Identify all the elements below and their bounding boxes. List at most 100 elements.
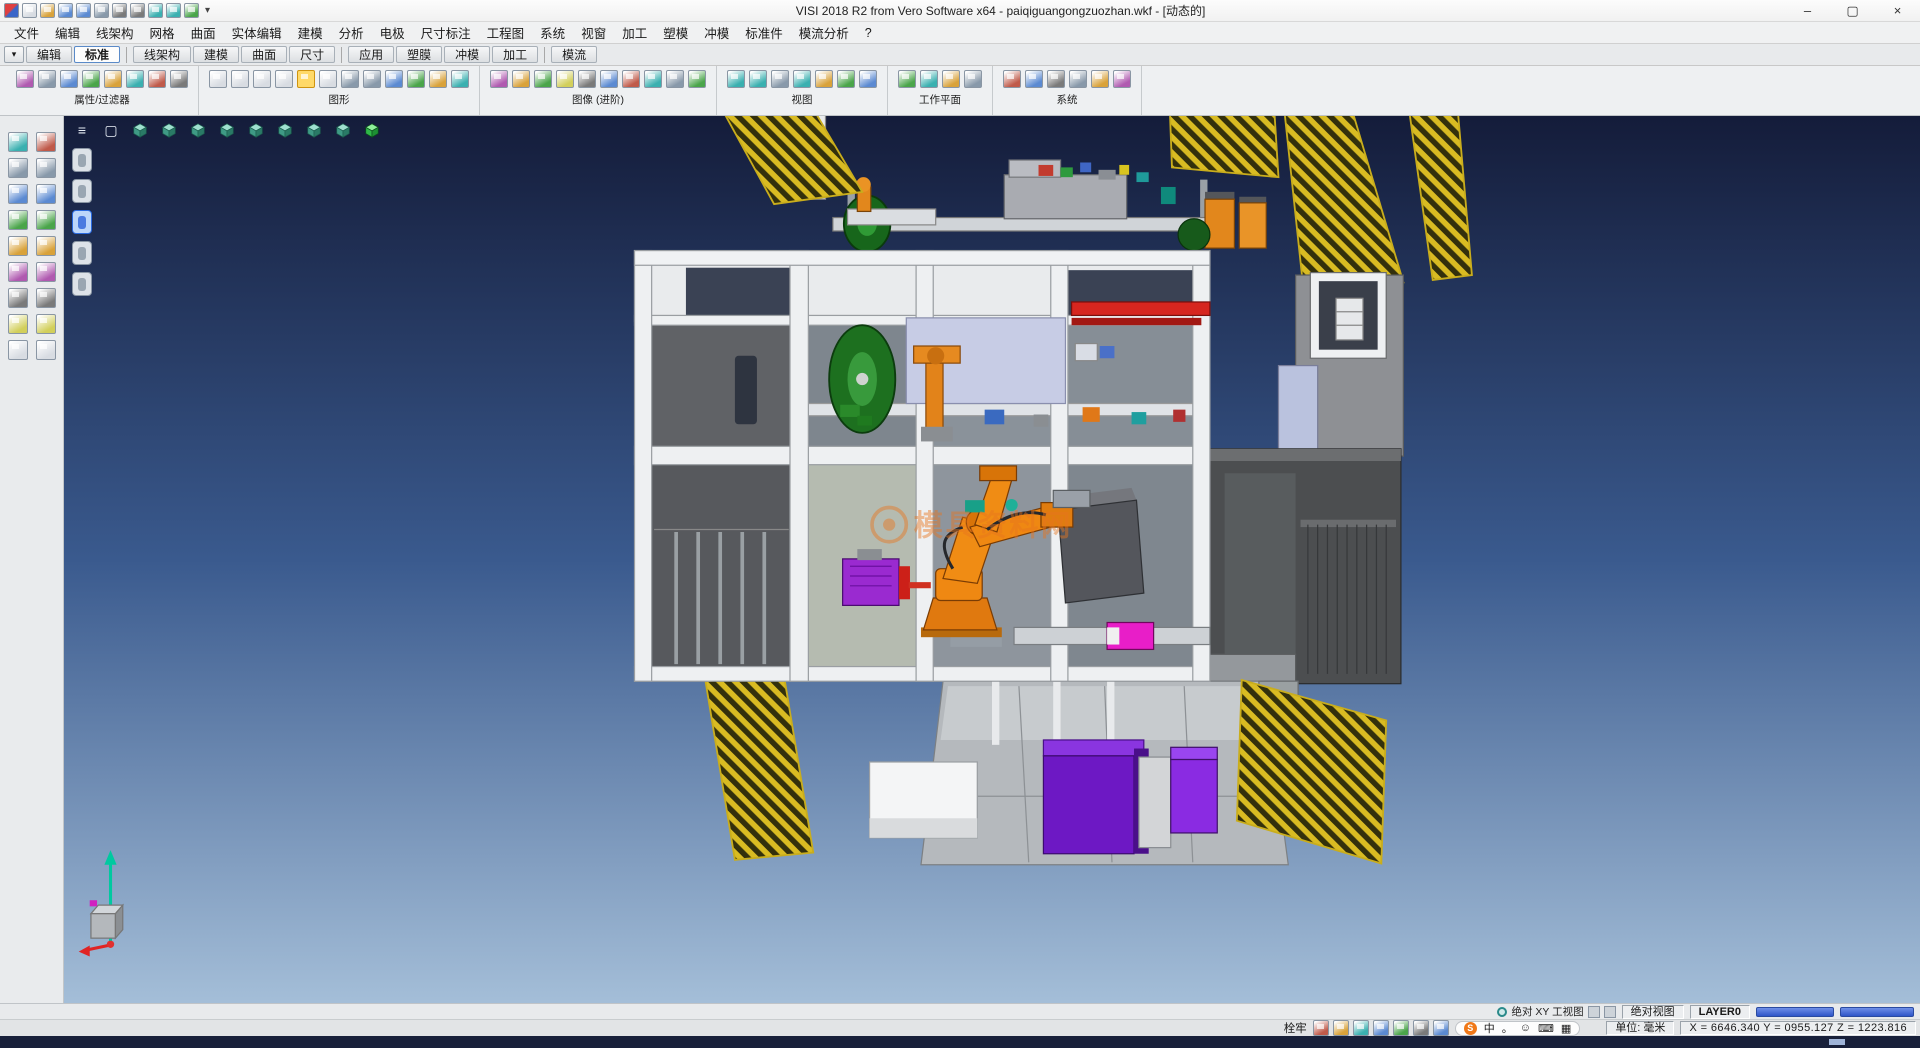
zoom-select-icon[interactable]: [8, 132, 28, 152]
view-bottom-icon[interactable]: [275, 120, 295, 140]
reflection-icon[interactable]: [666, 70, 684, 88]
extend-icon[interactable]: [36, 288, 56, 308]
render-icon[interactable]: [490, 70, 508, 88]
undo-icon[interactable]: [148, 3, 163, 18]
ime-toolbox-icon[interactable]: ▦: [1561, 1022, 1571, 1035]
mirror-icon[interactable]: [36, 210, 56, 230]
save-all-icon[interactable]: [76, 3, 91, 18]
filter-solids-icon[interactable]: [148, 70, 166, 88]
view-trimetric-icon[interactable]: [333, 120, 353, 140]
point-snap-icon[interactable]: [8, 158, 28, 178]
tab-moldflow[interactable]: 模流: [551, 46, 597, 63]
restore-button[interactable]: ▢: [1830, 0, 1875, 21]
display-mode-shaded-icon[interactable]: [72, 148, 92, 172]
filter-points-icon[interactable]: [82, 70, 100, 88]
tab-wireframe[interactable]: 线架构: [133, 46, 191, 63]
properties-icon[interactable]: [16, 70, 34, 88]
app-logo-icon[interactable]: [4, 3, 19, 18]
rotate-view-icon[interactable]: [793, 70, 811, 88]
chamfer-icon[interactable]: [36, 262, 56, 282]
menu-item-electrode[interactable]: 电极: [372, 21, 413, 44]
view-current-icon[interactable]: [362, 120, 382, 140]
split-view-icon[interactable]: [1604, 1006, 1616, 1018]
tab-molding[interactable]: 塑膜: [396, 46, 442, 63]
qat-dropdown-icon[interactable]: ▾: [199, 5, 216, 16]
view-iso-icon[interactable]: [304, 120, 324, 140]
tray-icon-notes[interactable]: [1313, 1020, 1329, 1036]
display-settings-icon[interactable]: [1025, 70, 1043, 88]
tab-standard[interactable]: 标准: [74, 46, 120, 63]
layer-manager-icon[interactable]: [1113, 70, 1131, 88]
pattern-icon[interactable]: [36, 314, 56, 334]
snap-lock-toggle[interactable]: 栓牢: [1284, 1020, 1307, 1036]
workplane-view-icon[interactable]: [920, 70, 938, 88]
menu-item-dimension[interactable]: 尺寸标注: [413, 21, 479, 44]
snap-settings-icon[interactable]: [1069, 70, 1087, 88]
filter-curves-icon[interactable]: [104, 70, 122, 88]
tab-edit[interactable]: 编辑: [26, 46, 72, 63]
absolute-view-indicator[interactable]: 绝对视图: [1622, 1005, 1684, 1019]
menu-item-system[interactable]: 系统: [532, 21, 573, 44]
rotate-icon[interactable]: [8, 210, 28, 230]
tray-icon-keyboard[interactable]: [1413, 1020, 1429, 1036]
menu-item-moldflow[interactable]: 模流分析: [791, 21, 857, 44]
copy-element-icon[interactable]: [36, 184, 56, 204]
open-file-icon[interactable]: [40, 3, 55, 18]
display-mode-wireframe-icon[interactable]: [72, 179, 92, 203]
minimize-button[interactable]: –: [1785, 0, 1830, 21]
ghost-view-icon[interactable]: [275, 70, 293, 88]
palette-icon[interactable]: [429, 70, 447, 88]
ime-lang-toggle[interactable]: 中: [1484, 1020, 1495, 1036]
tab-dimension[interactable]: 尺寸: [289, 46, 335, 63]
background-icon[interactable]: [644, 70, 662, 88]
redo-icon[interactable]: [166, 3, 181, 18]
help-icon[interactable]: [184, 3, 199, 18]
fillet-icon[interactable]: [8, 262, 28, 282]
workplane-entity-icon[interactable]: [942, 70, 960, 88]
menu-item-modeling[interactable]: 建模: [290, 21, 331, 44]
section-view-icon[interactable]: [622, 70, 640, 88]
view-back-icon[interactable]: [246, 120, 266, 140]
copy-icon[interactable]: [130, 3, 145, 18]
redraw-icon[interactable]: [837, 70, 855, 88]
display-mode-dynamic-icon[interactable]: [72, 210, 92, 234]
menu-item-analysis[interactable]: 分析: [331, 21, 372, 44]
previous-view-icon[interactable]: [815, 70, 833, 88]
materials-icon[interactable]: [512, 70, 530, 88]
display-mode-transparent-icon[interactable]: [72, 272, 92, 296]
tab-machining[interactable]: 加工: [492, 46, 538, 63]
hidden-line-icon[interactable]: [253, 70, 271, 88]
quality-icon[interactable]: [688, 70, 706, 88]
grid-display-icon[interactable]: [385, 70, 403, 88]
stretch-icon[interactable]: [36, 236, 56, 256]
ime-punct-toggle[interactable]: 。: [1502, 1020, 1513, 1036]
menu-item-file[interactable]: 文件: [6, 21, 47, 44]
tab-dropdown-button[interactable]: ▾: [4, 46, 24, 63]
print-icon[interactable]: [94, 3, 109, 18]
menu-item-drafting[interactable]: 工程图: [479, 21, 533, 44]
filter-custom-icon[interactable]: [170, 70, 188, 88]
save-icon[interactable]: [58, 3, 73, 18]
view-menu-icon[interactable]: ≡: [72, 120, 92, 140]
grid-view-icon[interactable]: [1588, 1006, 1600, 1018]
menu-item-molding[interactable]: 塑模: [655, 21, 696, 44]
solid-display-icon[interactable]: [297, 70, 315, 88]
edge-display-icon[interactable]: [319, 70, 337, 88]
workplane-xy-icon[interactable]: [898, 70, 916, 88]
layer-indicator[interactable]: LAYER0: [1690, 1005, 1750, 1019]
tab-stamping[interactable]: 冲模: [444, 46, 490, 63]
lighting-icon[interactable]: [556, 70, 574, 88]
zoom-window-icon[interactable]: [749, 70, 767, 88]
layer-tool-icon[interactable]: [8, 340, 28, 360]
intersection-snap-icon[interactable]: [36, 158, 56, 178]
cut-icon[interactable]: [112, 3, 127, 18]
tray-icon-pen[interactable]: [1373, 1020, 1389, 1036]
zoom-fit-icon[interactable]: [727, 70, 745, 88]
trim-icon[interactable]: [8, 288, 28, 308]
tray-icon-badge[interactable]: [1393, 1020, 1409, 1036]
tray-icon-clock[interactable]: [1353, 1020, 1369, 1036]
menu-item-machining[interactable]: 加工: [614, 21, 655, 44]
scale-icon[interactable]: [8, 236, 28, 256]
workplane-indicator[interactable]: 绝对 XY 工视图: [1497, 1004, 1615, 1019]
tray-icon-pet[interactable]: [1333, 1020, 1349, 1036]
